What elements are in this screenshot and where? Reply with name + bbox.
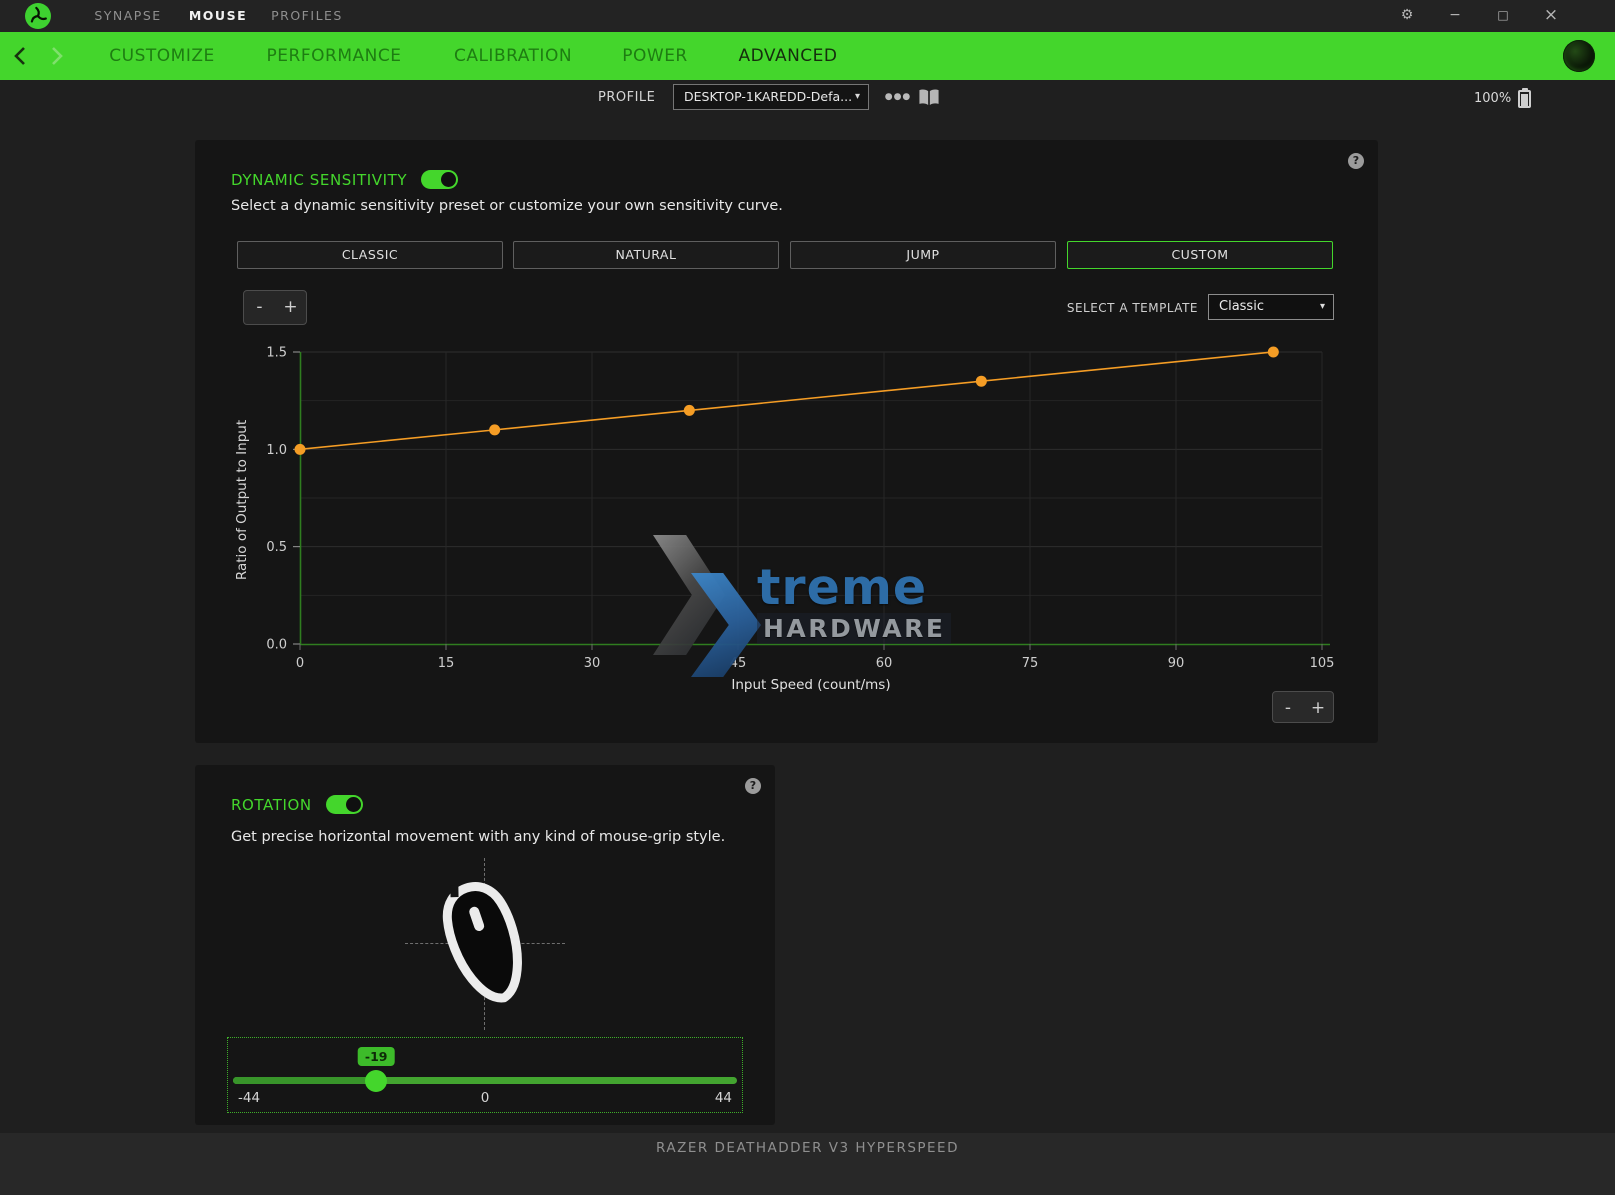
chevron-down-icon: ▾: [1319, 301, 1325, 312]
dynamic-sensitivity-title: DYNAMIC SENSITIVITY: [231, 170, 408, 189]
chart-zoom-control-top: - +: [243, 290, 307, 325]
tab-power[interactable]: POWER: [622, 32, 688, 80]
chevron-down-icon: ▾: [854, 91, 860, 102]
preset-button-jump[interactable]: JUMP: [790, 241, 1056, 269]
template-dropdown[interactable]: Classic ▾: [1208, 294, 1334, 320]
svg-text:0.0: 0.0: [266, 638, 287, 653]
razer-synapse-window: SYNAPSE MOUSE PROFILES ⚙ − □ × CUSTOMIZE…: [0, 0, 1615, 1195]
svg-text:Ratio of Output to Input: Ratio of Output to Input: [234, 420, 250, 580]
svg-text:30: 30: [584, 656, 601, 671]
template-select-label: SELECT A TEMPLATE: [1066, 301, 1198, 315]
dynamic-sensitivity-description: Select a dynamic sensitivity preset or c…: [231, 198, 783, 214]
rotation-toggle[interactable]: [325, 795, 363, 814]
svg-text:90: 90: [1168, 656, 1185, 671]
toggle-knob: [441, 172, 457, 187]
battery-icon: [1518, 88, 1532, 108]
svg-text:45: 45: [730, 656, 747, 671]
close-icon[interactable]: ×: [1531, 0, 1571, 32]
svg-text:1.0: 1.0: [266, 443, 287, 458]
slider-min-label: -44: [238, 1090, 261, 1106]
slider-fill: [233, 1077, 377, 1084]
forward-arrow-icon[interactable]: [50, 46, 64, 66]
svg-text:15: 15: [438, 656, 455, 671]
user-avatar[interactable]: [1563, 40, 1595, 72]
titlebar-tab-synapse[interactable]: SYNAPSE: [94, 0, 161, 32]
titlebar-tab-mouse[interactable]: MOUSE: [189, 0, 247, 32]
rotation-slider[interactable]: -19 -44 0 44: [227, 1037, 743, 1113]
preset-button-natural[interactable]: NATURAL: [513, 241, 779, 269]
tab-calibration[interactable]: CALIBRATION: [454, 32, 572, 80]
svg-text:105: 105: [1310, 656, 1335, 671]
razer-logo-icon[interactable]: [25, 3, 51, 29]
battery-status: 100%: [1474, 88, 1532, 108]
device-navbar: CUSTOMIZE PERFORMANCE CALIBRATION POWER …: [0, 32, 1615, 80]
mouse-icon: [442, 882, 522, 1003]
svg-text:75: 75: [1022, 656, 1039, 671]
device-name: RAZER DEATHADDER V3 HYPERSPEED: [656, 1140, 959, 1156]
dynamic-sensitivity-toggle[interactable]: [421, 170, 459, 189]
minimize-icon[interactable]: −: [1435, 0, 1475, 32]
toggle-knob: [345, 797, 361, 812]
svg-text:1.5: 1.5: [266, 346, 287, 361]
rotation-title: ROTATION: [231, 795, 312, 814]
profile-dropdown-value: DESKTOP-1KAREDD-Defa...: [684, 89, 853, 104]
tab-advanced[interactable]: ADVANCED: [738, 32, 837, 80]
razer-triskelion: [30, 6, 47, 23]
svg-text:60: 60: [876, 656, 893, 671]
preset-button-classic[interactable]: CLASSIC: [237, 241, 503, 269]
slider-center-label: 0: [480, 1090, 490, 1106]
profile-label: PROFILE: [598, 90, 656, 105]
preset-button-custom[interactable]: CUSTOM: [1067, 241, 1333, 269]
sensitivity-curve-chart[interactable]: 0.0 0.5 1.0 1.5 0 15 30 45 60 75 90 105 Input Speed …: [230, 340, 1335, 705]
mouse-rotation-graphic: [425, 873, 545, 1013]
back-arrow-icon[interactable]: [13, 46, 27, 66]
tab-performance[interactable]: PERFORMANCE: [267, 32, 402, 80]
chart-zoom-control-bottom: - +: [1272, 691, 1334, 723]
slider-max-label: 44: [714, 1090, 732, 1106]
settings-gear-icon[interactable]: ⚙: [1387, 0, 1427, 32]
battery-percentage: 100%: [1474, 90, 1512, 106]
profile-more-button[interactable]: ●●●: [884, 84, 912, 110]
zoom-out-button[interactable]: -: [1273, 692, 1303, 722]
profile-dropdown[interactable]: DESKTOP-1KAREDD-Defa... ▾: [673, 84, 869, 110]
svg-text:Input Speed (count/ms): Input Speed (count/ms): [731, 677, 890, 693]
slider-thumb[interactable]: [365, 1069, 388, 1092]
titlebar-tab-profiles[interactable]: PROFILES: [271, 0, 343, 32]
help-icon[interactable]: ?: [1348, 153, 1364, 169]
svg-text:0.5: 0.5: [266, 540, 287, 555]
slider-track[interactable]: [233, 1077, 737, 1084]
footer-bar: RAZER DEATHADDER V3 HYPERSPEED: [0, 1133, 1615, 1195]
zoom-out-button[interactable]: -: [244, 291, 275, 324]
svg-text:0: 0: [296, 656, 304, 671]
template-dropdown-value: Classic: [1219, 299, 1264, 314]
tab-customize[interactable]: CUSTOMIZE: [109, 32, 214, 80]
help-icon[interactable]: ?: [745, 778, 761, 794]
rotation-panel: ? ROTATION Get precise horizontal moveme…: [195, 765, 775, 1125]
profile-library-book-icon[interactable]: [918, 89, 940, 106]
slider-value-badge: -19: [357, 1047, 395, 1066]
maximize-icon[interactable]: □: [1483, 0, 1523, 32]
zoom-in-button[interactable]: +: [275, 291, 306, 324]
titlebar: SYNAPSE MOUSE PROFILES ⚙ − □ ×: [0, 0, 1615, 32]
zoom-in-button[interactable]: +: [1303, 692, 1333, 722]
rotation-description: Get precise horizontal movement with any…: [231, 829, 726, 845]
dynamic-sensitivity-panel: ? DYNAMIC SENSITIVITY Select a dynamic s…: [195, 140, 1378, 743]
